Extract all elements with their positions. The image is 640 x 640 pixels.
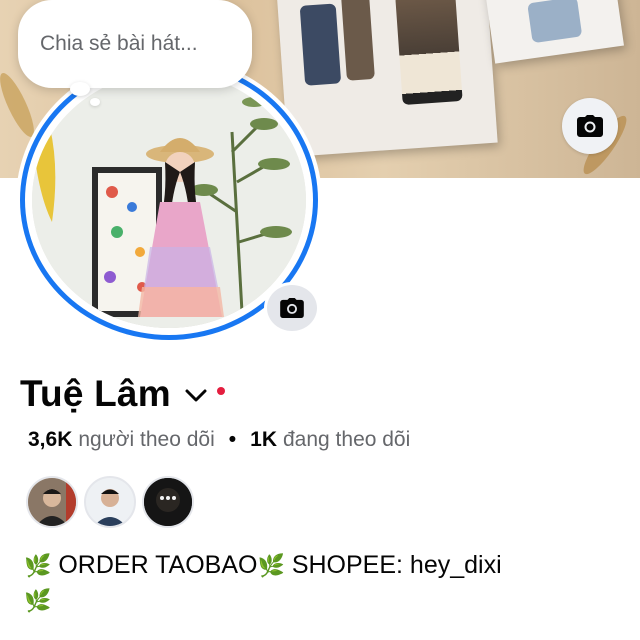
- avatar-camera-button[interactable]: [264, 282, 320, 334]
- cover-camera-button[interactable]: [562, 98, 618, 154]
- camera-icon: [280, 298, 304, 318]
- share-song-placeholder: Chia sẻ bài hát...: [40, 32, 198, 55]
- bio-text-shopee: SHOPEE: hey_dixi: [291, 551, 502, 579]
- following-count[interactable]: 1K: [250, 428, 277, 452]
- profile-photo-illustration: [32, 72, 306, 328]
- followers-count[interactable]: 3,6K: [28, 428, 72, 452]
- herb-icon: 🌿: [24, 553, 52, 578]
- profile-photo: [32, 72, 306, 328]
- profile-name: Tuệ Lâm: [20, 373, 171, 414]
- bubble-tail: [90, 98, 100, 106]
- profile-bio: 🌿 ORDER TAOBAO🌿 SHOPEE: hey_dixi 🌿: [24, 548, 624, 618]
- bubble-tail: [70, 82, 90, 96]
- notification-dot: [216, 387, 225, 395]
- follower-avatars[interactable]: [26, 476, 200, 528]
- cover-collage-photo: [482, 0, 624, 64]
- follower-avatar[interactable]: [142, 476, 194, 528]
- profile-name-row: Tuệ Lâm: [20, 368, 225, 420]
- followers-label[interactable]: người theo dõi: [78, 428, 214, 452]
- following-label[interactable]: đang theo dõi: [283, 428, 410, 452]
- share-song-bubble[interactable]: Chia sẻ bài hát...: [18, 0, 252, 88]
- herb-icon: 🌿: [24, 588, 52, 613]
- camera-icon: [577, 115, 603, 137]
- stats-separator: •: [228, 428, 237, 451]
- chevron-down-icon[interactable]: [185, 389, 207, 403]
- follower-avatar[interactable]: [26, 476, 78, 528]
- herb-icon: 🌿: [257, 553, 285, 578]
- follower-avatar[interactable]: [84, 476, 136, 528]
- profile-stats: 3,6K người theo dõi • 1K đang theo dõi: [28, 428, 410, 452]
- bio-text-order: ORDER TAOBAO: [58, 551, 258, 579]
